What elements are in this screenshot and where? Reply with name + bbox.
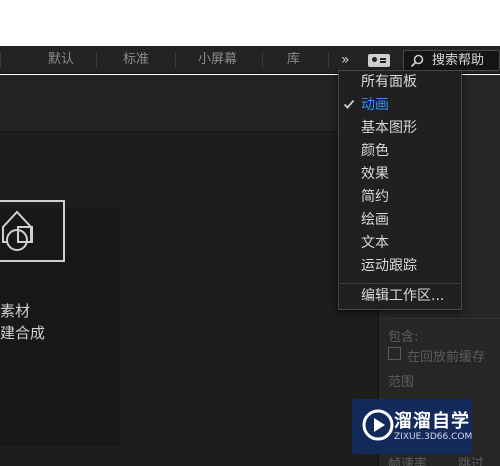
panel-divider xyxy=(386,318,500,319)
panel-header xyxy=(0,75,378,132)
footage-label[interactable]: 素材 xyxy=(0,300,30,321)
tab-separator xyxy=(96,52,97,68)
tab-separator xyxy=(262,52,263,68)
watermark-subtitle: ZIXUE.3D66.COM xyxy=(394,432,473,442)
cache-before-playback-checkbox[interactable] xyxy=(388,347,401,360)
menu-item-minimal[interactable]: 简约 xyxy=(361,186,389,209)
range-label: 范围 xyxy=(388,375,415,390)
menu-item-effects[interactable]: 效果 xyxy=(361,163,389,186)
skip-label: 跳过 xyxy=(458,457,485,466)
menu-item-text[interactable]: 文本 xyxy=(361,232,389,255)
menu-item-paint[interactable]: 绘画 xyxy=(361,209,389,232)
menu-item-motion-tracking[interactable]: 运动跟踪 xyxy=(361,255,417,278)
workspace-dropdown-menu: 所有面板 动画 基本图形 颜色 效果 简约 绘画 文本 运动跟踪 编辑工作区..… xyxy=(338,70,462,310)
search-icon xyxy=(410,54,424,68)
menu-divider xyxy=(340,283,460,284)
frame-rate-label: 帧速率 xyxy=(388,457,428,466)
tab-library[interactable]: 库 xyxy=(287,46,300,74)
watermark-title: 溜溜自学 xyxy=(394,411,470,432)
menu-item-color[interactable]: 颜色 xyxy=(361,140,389,163)
menu-item-all-panels[interactable]: 所有面板 xyxy=(361,71,417,94)
menu-item-animation[interactable]: 动画 xyxy=(361,94,389,117)
search-help-label: 搜索帮助 xyxy=(432,53,485,68)
new-composition-label[interactable]: 建合成 xyxy=(0,322,45,343)
workspace-settings-icon[interactable] xyxy=(368,54,390,67)
tab-separator xyxy=(0,52,1,68)
menu-item-edit-workspaces[interactable]: 编辑工作区... xyxy=(361,285,444,308)
tab-separator xyxy=(328,52,329,68)
site-watermark: 溜溜自学 ZIXUE.3D66.COM xyxy=(352,399,472,454)
tab-small-screen[interactable]: 小屏幕 xyxy=(198,46,237,74)
tab-default[interactable]: 默认 xyxy=(48,46,74,74)
search-help-field[interactable]: 搜索帮助 xyxy=(403,50,500,71)
cache-before-playback-label: 在回放前缓存 xyxy=(407,350,486,365)
tab-standard[interactable]: 标准 xyxy=(123,46,149,74)
play-logo-icon xyxy=(362,409,394,441)
checkmark-icon xyxy=(343,99,355,109)
new-composition-icon[interactable] xyxy=(0,200,65,262)
browser-top-area xyxy=(0,0,500,46)
menu-item-essential-graphics[interactable]: 基本图形 xyxy=(361,117,417,140)
include-label: 包含: xyxy=(388,330,419,345)
tab-separator xyxy=(175,52,176,68)
